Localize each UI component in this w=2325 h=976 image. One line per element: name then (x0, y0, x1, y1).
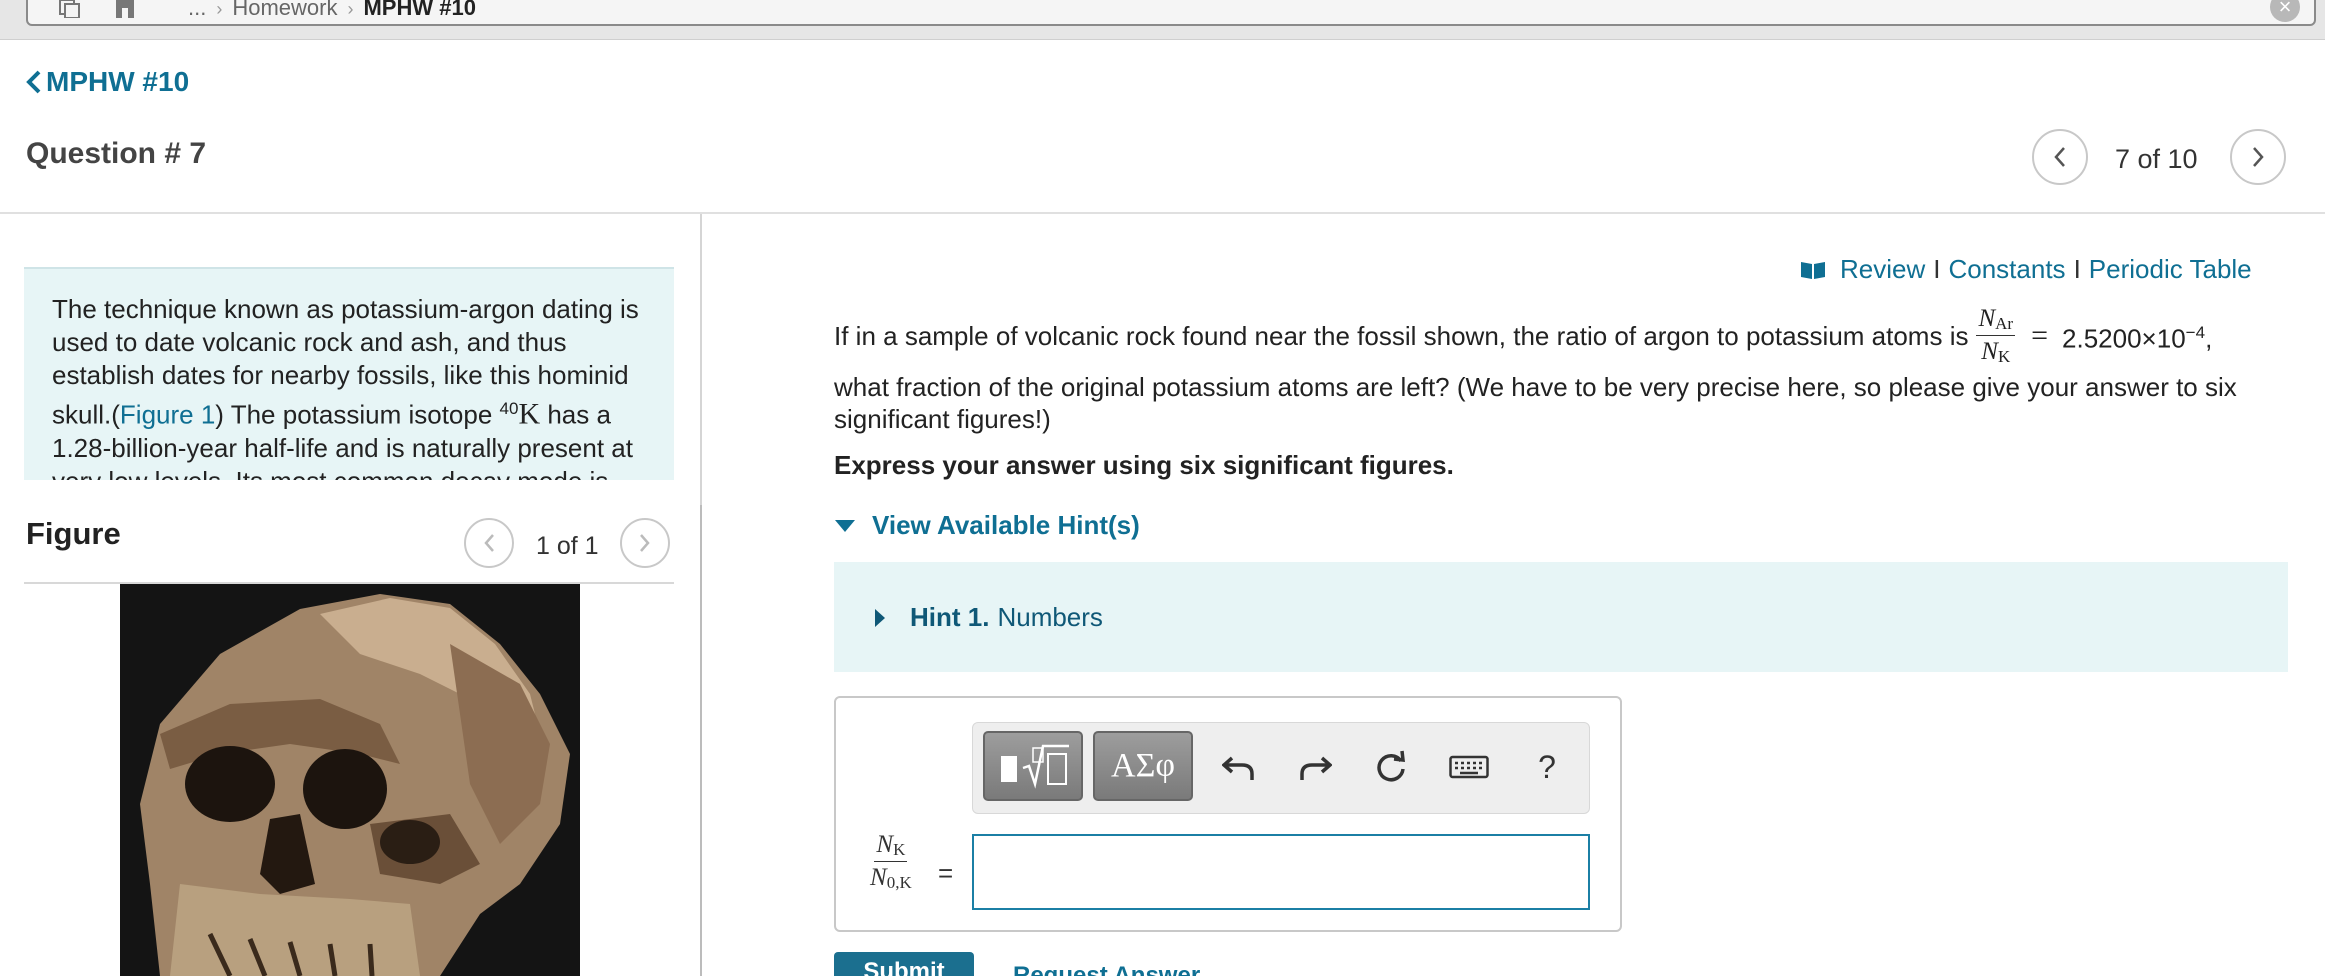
figure-1-link[interactable]: Figure 1 (120, 400, 215, 430)
question-title: Question # 7 (26, 137, 207, 170)
problem-text-after: what fraction of the original potassium … (834, 372, 2237, 434)
answer-equals-sign: = (938, 858, 954, 888)
top-bar: ... › Homework › MPHW #10 × (0, 0, 2325, 40)
keyboard-icon[interactable] (1447, 745, 1491, 789)
ratio-denominator: NK (1981, 338, 2011, 366)
answer-variable-label: NK N0,K (862, 832, 920, 891)
ratio-numerator: NAr (1976, 306, 2016, 336)
view-hints-toggle[interactable]: View Available Hint(s) (834, 510, 1140, 541)
chevron-right-icon: › (347, 0, 354, 19)
ratio-fraction: NAr NK (1976, 306, 2016, 366)
equals-sign: = (2031, 318, 2049, 352)
caret-right-icon (875, 608, 885, 627)
view-hints-label: View Available Hint(s) (872, 510, 1140, 540)
problem-statement: If in a sample of volcanic rock found ne… (834, 306, 2264, 435)
answer-numerator: NK (874, 832, 908, 862)
answer-denominator: N0,K (870, 864, 912, 892)
help-button[interactable]: ? (1525, 745, 1569, 789)
constants-link[interactable]: Constants (1948, 254, 2065, 285)
undo-icon[interactable] (1217, 745, 1261, 789)
chevron-left-icon (2054, 147, 2065, 167)
templates-button[interactable] (983, 731, 1083, 801)
header-divider (0, 212, 2325, 214)
separator: I (1933, 254, 1941, 284)
answer-input[interactable] (972, 834, 1590, 910)
home-icon[interactable] (112, 0, 138, 18)
separator: I (2073, 254, 2081, 284)
copy-icon[interactable] (56, 0, 82, 19)
resources-bar: Review I Constants I Periodic Table (1800, 254, 2252, 285)
intro-panel: The technique known as potassium-argon d… (24, 267, 674, 480)
math-toolbar: ΑΣφ ? (972, 722, 1590, 814)
back-to-assignment-link[interactable]: MPHW #10 (26, 66, 189, 98)
ratio-value: 2.5200×10−4, (2062, 322, 2213, 354)
answer-fraction: NK N0,K (870, 832, 912, 891)
intro-text-part: ) The potassium isotope (215, 399, 500, 430)
chevron-right-icon: › (216, 0, 223, 19)
breadcrumb-ellipsis[interactable]: ... (188, 0, 206, 20)
back-link-label: MPHW #10 (46, 66, 190, 97)
greek-symbols-button[interactable]: ΑΣφ (1093, 731, 1193, 801)
submit-button[interactable]: Submit (834, 952, 974, 976)
figure-counter: 1 of 1 (536, 532, 599, 560)
breadcrumb-bar: ... › Homework › MPHW #10 × (26, 0, 2316, 26)
breadcrumb: ... › Homework › MPHW #10 (188, 0, 476, 21)
breadcrumb-current: MPHW #10 (363, 0, 476, 20)
redo-icon[interactable] (1293, 745, 1337, 789)
answer-panel: ΑΣφ ? NK N0,K = (834, 696, 1622, 932)
request-answer-link[interactable]: Request Answer (1013, 962, 1200, 976)
caret-down-icon (835, 519, 855, 532)
periodic-table-link[interactable]: Periodic Table (2089, 254, 2252, 285)
answer-instruction: Express your answer using six significan… (834, 450, 1454, 480)
close-icon[interactable]: × (2270, 0, 2300, 22)
column-resize-handle[interactable] (700, 505, 702, 976)
hint-1-toggle[interactable]: Hint 1. Numbers (874, 602, 1103, 633)
chevron-left-icon (484, 534, 494, 552)
previous-figure-button[interactable] (464, 518, 514, 568)
hominid-skull-image[interactable] (120, 584, 580, 976)
hint-number: Hint 1. (910, 602, 990, 632)
figure-title: Figure (26, 516, 121, 551)
next-question-button[interactable] (2230, 129, 2286, 185)
chevron-left-icon (26, 70, 41, 94)
hint-panel: Hint 1. Numbers (834, 562, 2288, 672)
next-figure-button[interactable] (620, 518, 670, 568)
isotope-mass-number: 40 (499, 399, 519, 418)
isotope-symbol: K (518, 397, 541, 431)
book-icon (1801, 261, 1825, 279)
question-counter: 7 of 10 (2115, 144, 2198, 174)
hint-title: Numbers (997, 602, 1103, 632)
problem-text-before: If in a sample of volcanic rock found ne… (834, 320, 1969, 351)
templates-icon (1001, 744, 1069, 789)
previous-question-button[interactable] (2032, 129, 2088, 185)
breadcrumb-homework[interactable]: Homework (232, 0, 337, 20)
reset-icon[interactable] (1369, 745, 1413, 789)
problem-line-1: If in a sample of volcanic rock found ne… (834, 306, 2264, 365)
chevron-right-icon (640, 534, 650, 552)
intro-text: The technique known as potassium-argon d… (52, 293, 652, 480)
review-link[interactable]: Review (1840, 254, 1925, 285)
chevron-right-icon (2253, 147, 2264, 167)
